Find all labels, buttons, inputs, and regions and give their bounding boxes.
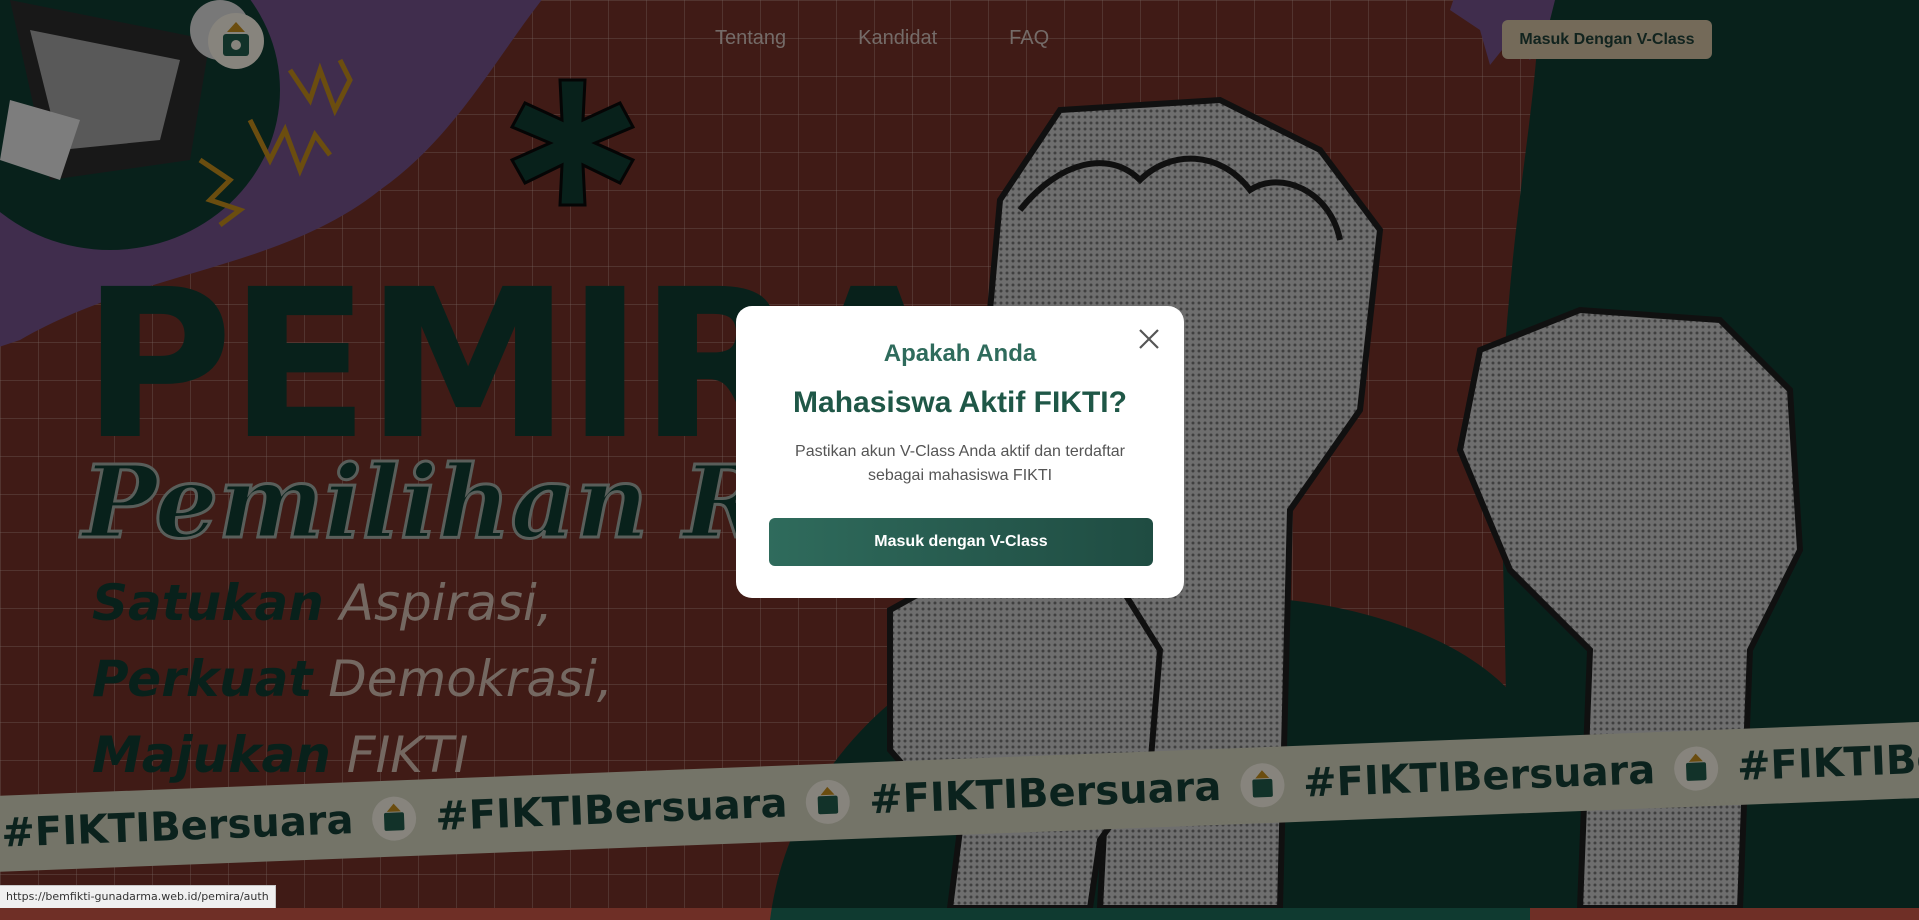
status-bar-url: https://bemfikti-gunadarma.web.id/pemira… [0,885,276,908]
modal-description: Pastikan akun V-Class Anda aktif dan ter… [795,443,1125,484]
modal-eyebrow: Apakah Anda [883,340,1037,367]
modal-login-button[interactable]: Masuk dengan V-Class [769,518,1153,566]
modal-title: Mahasiswa Aktif FIKTI? [793,386,1127,419]
login-modal: Apakah Anda Mahasiswa Aktif FIKTI? Pasti… [736,306,1184,598]
